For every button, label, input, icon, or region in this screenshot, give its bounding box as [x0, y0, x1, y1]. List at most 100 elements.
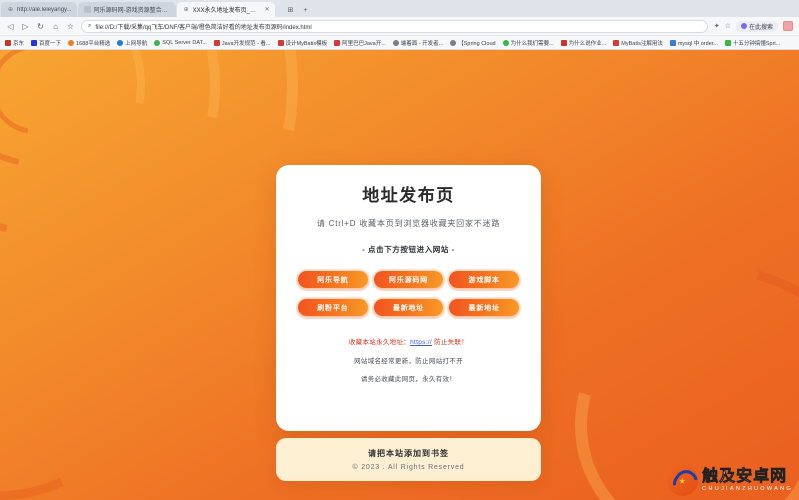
- favicon-icon: [392, 39, 399, 46]
- favicon-icon: [669, 39, 676, 46]
- site-button-grid: 阿乐导航 阿乐源码网 游戏脚本 刷粉平台 最新地址 最新地址: [296, 268, 521, 319]
- bookmark-item[interactable]: 十五分钟搞懂Spri...: [724, 39, 781, 47]
- page-title: 地址发布页: [362, 186, 455, 205]
- bookmark-item[interactable]: 【Spring Cloud: [450, 39, 496, 47]
- favicon-icon: [277, 39, 284, 46]
- browser-toolbar: ◁ ▷ ↻ ⌂ ☆ ⌕ file:///D:/下载/采集/qq飞车/DNF/客户…: [0, 17, 799, 36]
- reload-icon[interactable]: ↻: [36, 22, 45, 31]
- favicon-icon: [68, 39, 75, 46]
- bookmark-item[interactable]: 端着面 - 开发者...: [392, 39, 444, 47]
- bookmark-label: MyBatis注解用法: [621, 40, 663, 47]
- back-icon[interactable]: ◁: [6, 22, 15, 31]
- bookmark-item[interactable]: 阿里巴巴Java开...: [334, 39, 386, 47]
- browser-window: ⊕ http://ale.leleyangy... 阿乐源码网-游戏资源整合网站…: [0, 0, 799, 500]
- watermark-logo-icon: [667, 465, 699, 496]
- browser-tab-title: 阿乐源码网-游戏资源整合网站: [93, 8, 171, 14]
- globe-icon: ⊕: [7, 6, 14, 13]
- watermark-subtitle: CHUJIANZHUOWANG: [702, 485, 793, 492]
- footer-card: 请把本站添加到书签 © 2023 . All Rights Reserved: [276, 438, 541, 481]
- favicon-icon: [31, 39, 38, 46]
- tab-list-icon[interactable]: ⊞: [288, 6, 294, 14]
- forward-icon[interactable]: ▷: [21, 22, 30, 31]
- search-pill-label: 在此搜索: [748, 24, 773, 31]
- search-pill[interactable]: 在此搜索: [735, 20, 778, 32]
- notice-prefix: 收藏本站永久地址：: [348, 339, 411, 346]
- bookmark-item[interactable]: 为什么我们需要...: [502, 39, 554, 47]
- favicon-icon: [334, 39, 341, 46]
- copilot-icon: [740, 23, 747, 29]
- site-button-wrap: 最新地址: [371, 296, 446, 319]
- bookmark-label: 端着面 - 开发者...: [400, 40, 444, 47]
- site-button-script[interactable]: 游戏脚本: [449, 271, 519, 288]
- favicon-icon: [213, 39, 220, 46]
- site-button-wrap: 最新地址: [447, 296, 521, 319]
- watermark-text: 触及安卓网 CHUJIANZHUOWANG: [702, 467, 793, 493]
- bookmark-label: 上网导航: [125, 40, 148, 47]
- bookmark-item[interactable]: MyBatis注解用法: [613, 39, 663, 47]
- address-card: 地址发布页 请 Ctrl+D 收藏本页到浏览器收藏夹回家不迷路 - 点击下方按钮…: [276, 165, 541, 431]
- collections-icon[interactable]: ✦: [714, 22, 720, 30]
- favicon-icon: [560, 39, 567, 46]
- close-icon[interactable]: ✕: [265, 6, 270, 13]
- site-button-wrap: 阿乐导航: [296, 268, 370, 291]
- bookmark-label: 为什么我们需要...: [510, 40, 554, 47]
- favorites-icon[interactable]: ☆: [66, 22, 75, 31]
- bookmark-item[interactable]: 京东: [5, 39, 24, 47]
- browser-tab-1[interactable]: ⊕ http://ale.leleyangy...: [1, 2, 77, 17]
- star-icon[interactable]: ☆: [725, 22, 731, 30]
- notice-block: 收藏本站永久地址：https:// 防止失联！ 网站域名经常更新，防止网站打不开…: [296, 336, 521, 383]
- site-button-latest-2[interactable]: 最新地址: [449, 299, 519, 316]
- browser-tab-3[interactable]: ⊕ XXX永久地址发布页_收藏... ✕: [176, 2, 275, 17]
- search-icon: ⌕: [88, 22, 92, 29]
- globe-icon: ⊕: [183, 6, 189, 13]
- permanent-address-link[interactable]: https://: [410, 339, 432, 346]
- bookmark-label: 阿里巴巴Java开...: [342, 40, 386, 47]
- profile-avatar[interactable]: [783, 21, 793, 31]
- notice-suffix: 防止失联！: [432, 339, 469, 346]
- favicon-icon: [724, 39, 731, 46]
- bookmark-item[interactable]: Java开发规范 - 看...: [213, 39, 271, 47]
- toolbar-right-actions: ✦ ☆ 在此搜索: [714, 20, 793, 32]
- home-icon[interactable]: ⌂: [51, 22, 60, 31]
- bookmark-label: 为什么说作业...: [568, 40, 607, 47]
- bookmark-label: mysql 中 order...: [677, 40, 718, 47]
- bookmark-item[interactable]: mysql 中 order...: [669, 39, 718, 47]
- address-bar[interactable]: ⌕ file:///D:/下载/采集/qq飞车/DNF/客户端/橙色简洁好看的地…: [81, 19, 708, 33]
- bookmark-item[interactable]: 1688平台精选: [68, 39, 110, 47]
- page-subtitle: 请 Ctrl+D 收藏本页到浏览器收藏夹回家不迷路: [316, 219, 501, 228]
- favicon-icon: [5, 39, 11, 46]
- browser-tab-2[interactable]: 阿乐源码网-游戏资源整合网站: [77, 2, 176, 17]
- square-icon: [83, 6, 91, 13]
- site-button-wrap: 游戏脚本: [447, 268, 521, 291]
- watermark-title: 触及安卓网: [702, 467, 788, 485]
- site-button-platform[interactable]: 刷粉平台: [298, 299, 368, 316]
- bookmark-label: 【Spring Cloud: [458, 40, 496, 47]
- notice-line-2: 请务必收藏此网页，永久有效！: [360, 376, 457, 383]
- bookmark-item[interactable]: 设计MyBatis模板: [277, 39, 328, 47]
- bookmark-label: SQL Server DAT...: [162, 39, 207, 46]
- bookmark-item[interactable]: SQL Server DAT...: [154, 39, 207, 46]
- bookmark-label: 1688平台精选: [76, 40, 111, 47]
- site-button-latest-1[interactable]: 最新地址: [373, 299, 444, 316]
- favicon-icon: [450, 39, 457, 46]
- notice-line-1: 网站域名经常更新，防止网站打不开: [354, 358, 463, 365]
- browser-tab-title: XXX永久地址发布页_收藏...: [192, 8, 260, 14]
- favicon-icon: [502, 39, 509, 46]
- new-tab-button[interactable]: +: [303, 7, 307, 14]
- bookmark-item[interactable]: 上网导航: [117, 39, 147, 47]
- site-button-wrap: 阿乐源码网: [371, 268, 446, 291]
- address-bar-url: file:///D:/下载/采集/qq飞车/DNF/客户端/橙色简洁好看的地址发…: [95, 24, 312, 31]
- bookmark-label: 百度一下: [39, 40, 62, 47]
- bookmark-label: 设计MyBatis模板: [285, 40, 328, 47]
- browser-tab-title: http://ale.leleyangy...: [17, 6, 72, 13]
- site-button-nav[interactable]: 阿乐导航: [298, 271, 368, 288]
- bookmark-label: 十五分钟搞懂Spri...: [732, 40, 781, 47]
- favicon-icon: [613, 39, 620, 46]
- bookmark-item[interactable]: 百度一下: [31, 39, 61, 47]
- page-hint: - 点击下方按钮进入网站 -: [362, 245, 455, 254]
- site-button-wrap: 刷粉平台: [296, 296, 370, 319]
- bookmark-item[interactable]: 为什么说作业...: [560, 39, 607, 47]
- tab-strip-actions: ⊞ +: [288, 6, 308, 17]
- bookmark-label: 京东: [13, 40, 25, 47]
- site-button-source[interactable]: 阿乐源码网: [373, 271, 444, 288]
